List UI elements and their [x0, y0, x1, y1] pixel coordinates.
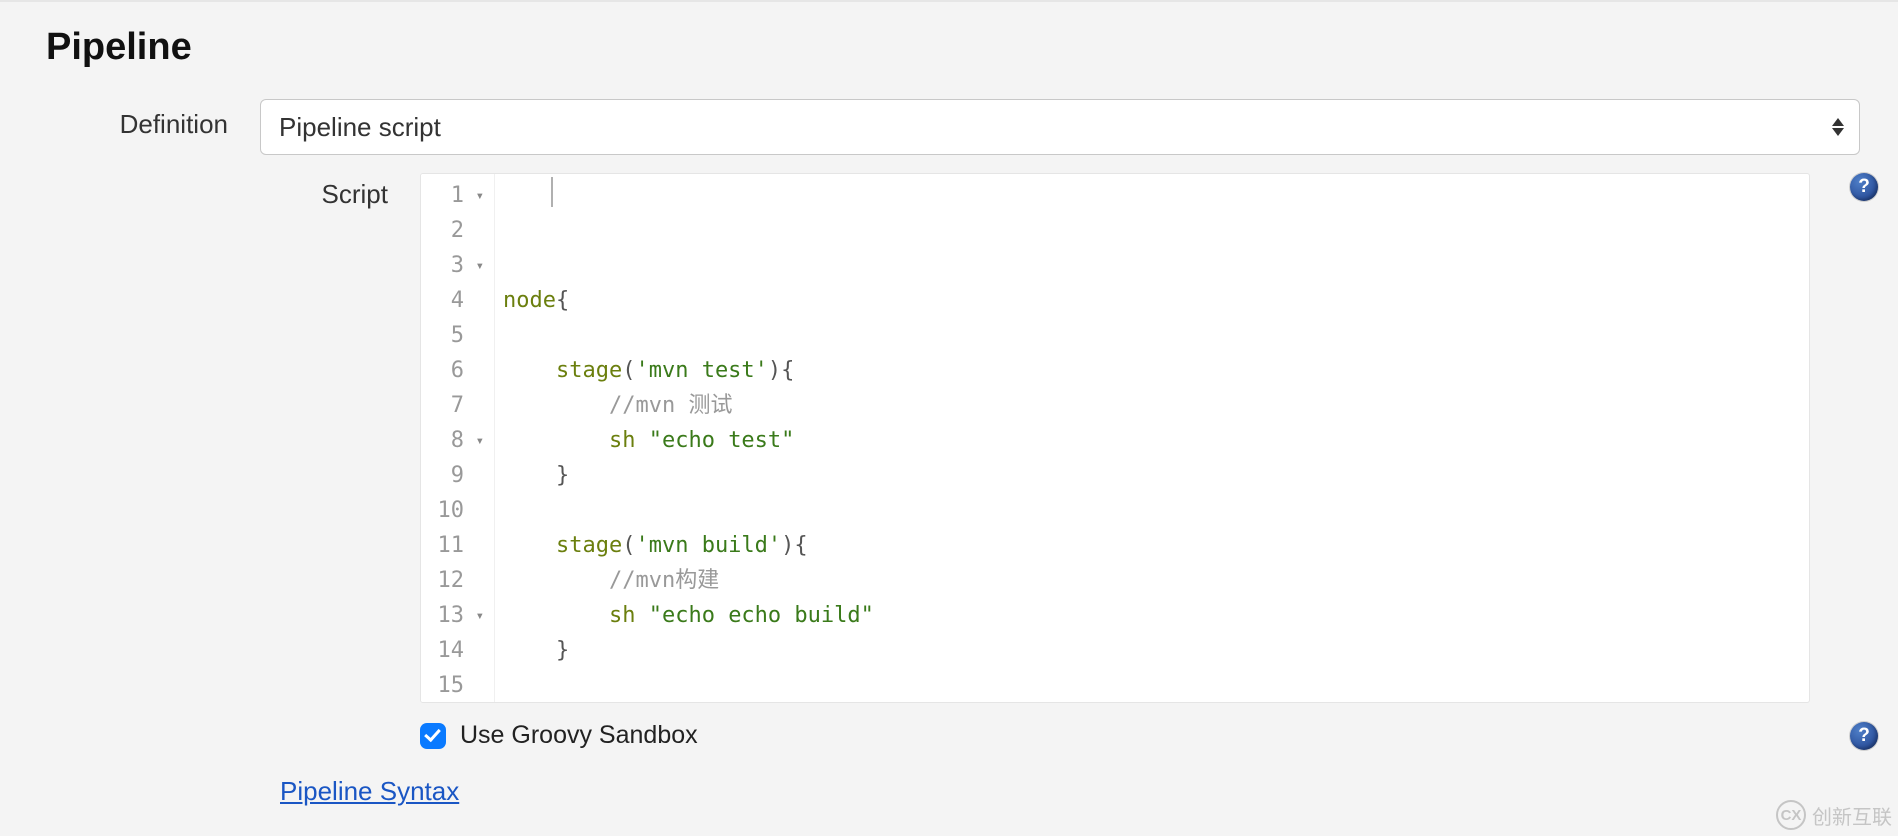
definition-row: Definition Pipeline script	[20, 99, 1878, 155]
gutter-line: 2	[435, 213, 484, 248]
gutter-line: 12	[435, 563, 484, 598]
code-line[interactable]: //mvn构建	[503, 563, 1809, 598]
syntax-link-row: Pipeline Syntax	[20, 776, 1878, 807]
code-line[interactable]: stage('mvn build'){	[503, 528, 1809, 563]
gutter-line: 7	[435, 388, 484, 423]
editor-code-area[interactable]: node{ stage('mvn test'){ //mvn 测试 sh "ec…	[495, 174, 1809, 702]
gutter-line: 14	[435, 633, 484, 668]
script-row: Script 1▾23▾45678▾910111213▾1415 node{ s…	[20, 173, 1878, 703]
definition-select[interactable]: Pipeline script	[260, 99, 1860, 155]
gutter-line: 13▾	[435, 598, 484, 633]
section-title-pipeline: Pipeline	[20, 2, 1878, 99]
code-line[interactable]	[503, 668, 1809, 702]
code-line[interactable]: sh "echo test"	[503, 423, 1809, 458]
gutter-line: 3▾	[435, 248, 484, 283]
script-label: Script	[20, 173, 420, 210]
code-line[interactable]: sh "echo echo build"	[503, 598, 1809, 633]
script-editor[interactable]: 1▾23▾45678▾910111213▾1415 node{ stage('m…	[420, 173, 1810, 703]
sandbox-row: Use Groovy Sandbox ?	[20, 721, 1878, 750]
gutter-line: 6	[435, 353, 484, 388]
fold-toggle-icon[interactable]: ▾	[470, 259, 484, 273]
code-line[interactable]	[503, 493, 1809, 528]
gutter-line: 5	[435, 318, 484, 353]
gutter-line: 1▾	[435, 178, 484, 213]
gutter-line: 8▾	[435, 423, 484, 458]
code-line[interactable]: stage('mvn test'){	[503, 353, 1809, 388]
gutter-line: 10	[435, 493, 484, 528]
gutter-line: 15	[435, 668, 484, 703]
fold-toggle-icon[interactable]: ▾	[470, 609, 484, 623]
fold-toggle-icon[interactable]: ▾	[470, 189, 484, 203]
help-icon[interactable]: ?	[1850, 722, 1878, 750]
code-line[interactable]: }	[503, 633, 1809, 668]
definition-label: Definition	[20, 99, 260, 140]
code-line[interactable]: node{	[503, 283, 1809, 318]
code-line[interactable]	[503, 318, 1809, 353]
editor-cursor	[551, 177, 553, 207]
pipeline-syntax-link[interactable]: Pipeline Syntax	[280, 776, 459, 806]
code-line[interactable]: }	[503, 458, 1809, 493]
editor-gutter: 1▾23▾45678▾910111213▾1415	[421, 174, 495, 702]
code-line[interactable]: //mvn 测试	[503, 388, 1809, 423]
gutter-line: 4	[435, 283, 484, 318]
gutter-line: 11	[435, 528, 484, 563]
gutter-line: 9	[435, 458, 484, 493]
sandbox-checkbox[interactable]	[420, 723, 446, 749]
fold-toggle-icon[interactable]: ▾	[470, 434, 484, 448]
sandbox-label: Use Groovy Sandbox	[460, 721, 698, 750]
help-icon[interactable]: ?	[1850, 173, 1878, 201]
